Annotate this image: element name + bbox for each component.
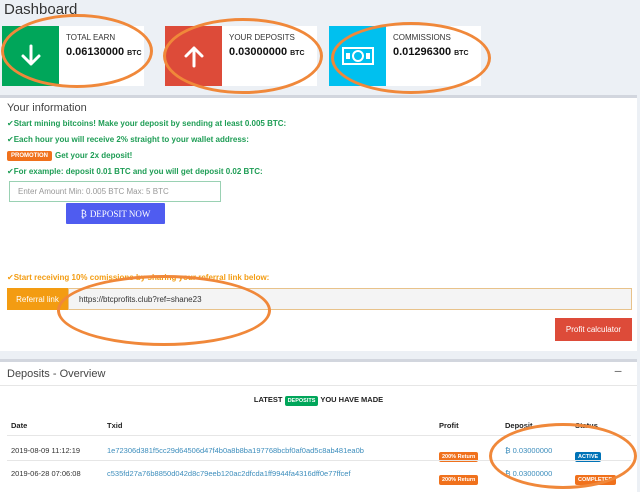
page-title: Dashboard: [4, 1, 78, 18]
deposits-title: Deposits - Overview: [7, 368, 106, 380]
check-icon: ✔: [7, 135, 14, 144]
status-badge: COMPLETED: [575, 468, 616, 486]
check-icon: ✔: [7, 273, 14, 282]
stat-your-deposits: YOUR DEPOSITS 0.03000000 BTC: [165, 26, 317, 86]
stat-total-earn: TOTAL EARN 0.06130000 BTC: [2, 26, 144, 86]
info-line-3: ✔For example: deposit 0.01 BTC and you w…: [7, 167, 263, 176]
money-icon: [329, 26, 386, 86]
referral-link-input[interactable]: https://btcprofits.club?ref=shane23: [68, 288, 632, 310]
check-icon: ✔: [7, 167, 14, 176]
col-txid: Txid: [107, 421, 123, 430]
stat-value: 0.01296300 BTC: [393, 46, 469, 58]
txid-link[interactable]: c535fd27a76b8850d042d8c79eeb120ac2dfcda1…: [107, 469, 351, 478]
referral-label: Referral link: [7, 288, 68, 310]
check-icon: ✔: [7, 119, 14, 128]
col-status: Status: [575, 421, 598, 430]
deposit-now-button[interactable]: ₿ DEPOSIT NOW: [66, 203, 165, 224]
bitcoin-icon: ₿: [80, 208, 87, 219]
bitcoin-icon: ₿: [505, 446, 513, 455]
txid-link[interactable]: 1e72306d381f5cc29d64506d47f4b0a8b8ba1977…: [107, 446, 364, 455]
stat-value: 0.03000000 BTC: [229, 46, 305, 58]
stat-value: 0.06130000 BTC: [66, 46, 142, 58]
divider: [0, 385, 637, 386]
stat-label: YOUR DEPOSITS: [229, 33, 295, 42]
profit-calculator-button[interactable]: Profit calculator: [555, 318, 632, 341]
stat-label: COMMISSIONS: [393, 33, 451, 42]
deposit-amount: ₿ 0.03000000: [505, 446, 553, 455]
info-line-2: ✔Each hour you will receive 2% straight …: [7, 135, 249, 144]
bitcoin-icon: ₿: [505, 469, 513, 478]
arrow-down-icon: [2, 26, 59, 86]
divider: [7, 460, 631, 461]
amount-input[interactable]: Enter Amount Min: 0.005 BTC Max: 5 BTC: [9, 181, 221, 202]
row-date: 2019-06-28 07:06:08: [11, 469, 81, 478]
deposits-badge: DEPOSITS: [284, 396, 319, 406]
arrow-up-icon: [165, 26, 222, 86]
deposit-amount: ₿ 0.03000000: [505, 469, 553, 478]
promo-line: PROMOTION Get your 2x deposit!: [7, 151, 132, 161]
collapse-icon[interactable]: −: [614, 363, 622, 379]
deposits-box: Deposits - Overview − LATEST DEPOSITS YO…: [0, 359, 637, 492]
stat-label: TOTAL EARN: [66, 33, 116, 42]
referral-text: ✔Start receiving 10% comissions by shari…: [7, 273, 270, 282]
promotion-badge: PROMOTION: [7, 151, 52, 161]
deposits-heading: LATEST DEPOSITS YOU HAVE MADE: [253, 395, 384, 406]
col-profit: Profit: [439, 421, 459, 430]
stat-commissions: COMMISSIONS 0.01296300 BTC: [329, 26, 481, 86]
info-line-1: ✔Start mining bitcoins! Make your deposi…: [7, 119, 287, 128]
info-title: Your information: [7, 102, 87, 114]
info-box: Your information ✔Start mining bitcoins!…: [0, 95, 637, 351]
row-date: 2019-08-09 11:12:19: [11, 446, 81, 455]
col-date: Date: [11, 421, 28, 430]
divider: [7, 435, 631, 436]
col-deposit: Deposit: [505, 421, 533, 430]
profit-badge: 200% Return: [439, 468, 479, 486]
